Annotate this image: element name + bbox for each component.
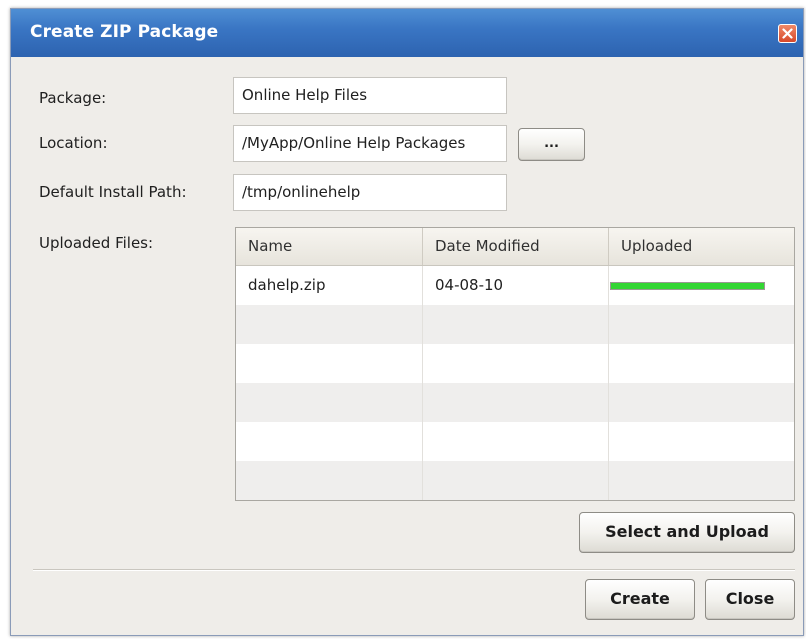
column-header-name[interactable]: Name <box>236 228 423 265</box>
table-row-empty <box>236 344 794 383</box>
location-field[interactable]: /MyApp/Online Help Packages <box>233 125 507 162</box>
uploaded-files-table[interactable]: Name Date Modified Uploaded dahelp.zip 0… <box>235 227 795 501</box>
package-label: Package: <box>39 89 107 107</box>
close-button[interactable]: Close <box>705 579 795 620</box>
install-path-field[interactable]: /tmp/onlinehelp <box>233 174 507 211</box>
dialog-title: Create ZIP Package <box>30 22 219 42</box>
close-icon[interactable] <box>778 24 797 43</box>
table-row-empty <box>236 461 794 500</box>
dialog-titlebar[interactable]: Create ZIP Package <box>11 9 803 57</box>
footer-divider <box>33 569 795 571</box>
create-zip-package-dialog: Create ZIP Package Package: Online Help … <box>10 8 804 636</box>
table-row-empty <box>236 383 794 422</box>
location-label: Location: <box>39 134 108 152</box>
install-path-label: Default Install Path: <box>39 183 187 201</box>
table-header: Name Date Modified Uploaded <box>236 228 794 266</box>
table-row-empty <box>236 422 794 461</box>
package-field[interactable]: Online Help Files <box>233 77 507 114</box>
column-header-date-modified[interactable]: Date Modified <box>423 228 609 265</box>
create-button[interactable]: Create <box>585 579 695 620</box>
file-name-cell: dahelp.zip <box>236 266 423 305</box>
upload-progress-fill <box>611 283 764 289</box>
table-row[interactable]: dahelp.zip 04-08-10 <box>236 266 794 305</box>
browse-button[interactable]: ... <box>518 128 585 161</box>
date-modified-cell: 04-08-10 <box>423 266 609 305</box>
table-row-empty <box>236 305 794 344</box>
upload-progress-bar <box>610 282 765 290</box>
column-header-uploaded[interactable]: Uploaded <box>609 228 794 265</box>
select-and-upload-button[interactable]: Select and Upload <box>579 512 795 553</box>
uploaded-files-label: Uploaded Files: <box>39 234 154 252</box>
